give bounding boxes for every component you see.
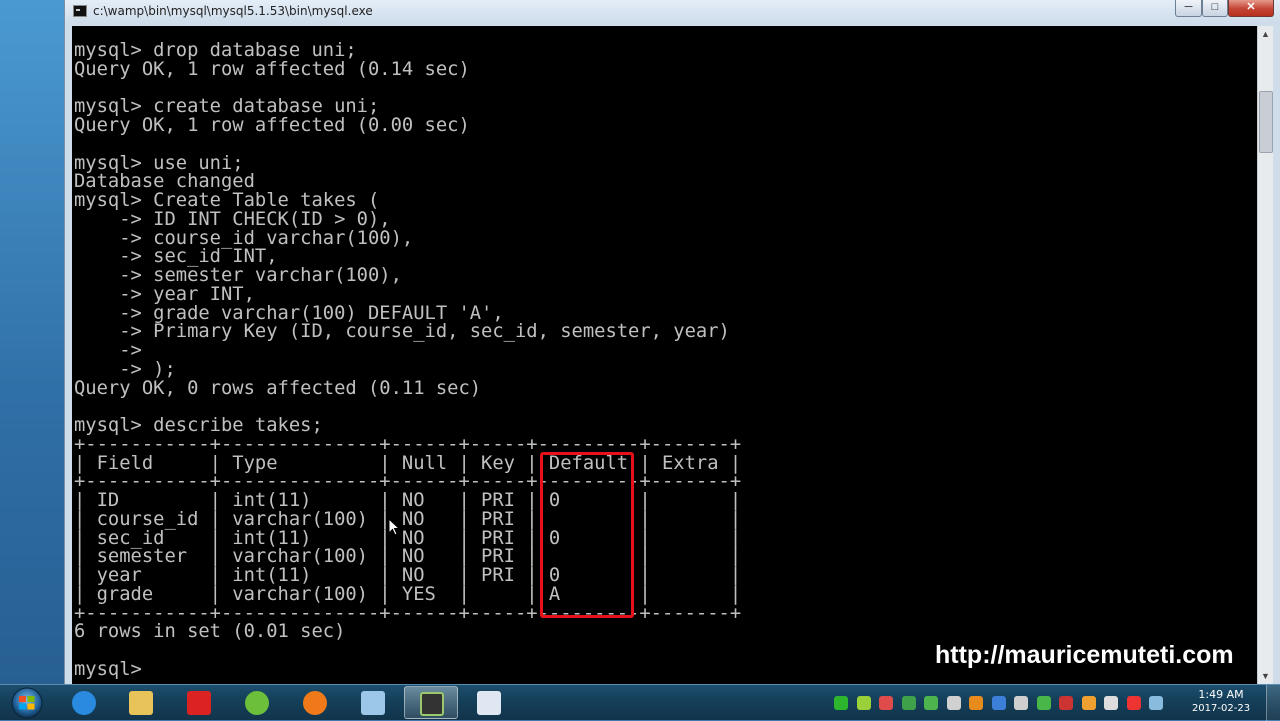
taskbar-app-button[interactable] (288, 686, 342, 719)
taskbar: 1:49 AM 2017-02-23 (0, 684, 1280, 721)
minimize-button[interactable]: ─ (1175, 0, 1202, 17)
scroll-up-arrow-icon[interactable]: ▲ (1258, 26, 1273, 42)
scroll-thumb[interactable] (1259, 91, 1273, 153)
vertical-scrollbar[interactable]: ▲ ▼ (1257, 26, 1273, 684)
tray-icon[interactable] (1059, 696, 1073, 710)
tray-icon[interactable] (946, 696, 961, 710)
notepad-icon (361, 691, 385, 715)
taskbar-app-button[interactable] (114, 686, 168, 719)
mysql-console-icon (420, 692, 444, 716)
tray-icon[interactable] (834, 696, 848, 710)
console-app-icon (73, 5, 87, 17)
console-line: Query OK, 1 row affected (0.00 sec) (74, 115, 470, 136)
system-tray (826, 689, 1186, 717)
show-desktop-button[interactable] (1266, 685, 1280, 721)
app-red-icon (187, 691, 211, 715)
close-button[interactable]: ✕ (1228, 0, 1274, 17)
tray-icon[interactable] (1126, 696, 1141, 710)
console-line: Query OK, 0 rows affected (0.11 sec) (74, 377, 482, 399)
tray-icon[interactable] (1036, 696, 1051, 710)
taskbar-app-button[interactable] (346, 686, 400, 719)
maximize-button[interactable]: □ (1202, 0, 1228, 17)
window-title: c:\wamp\bin\mysql\mysql5.1.53\bin\mysql.… (93, 4, 373, 18)
utorrent-icon (245, 691, 269, 715)
mouse-cursor-icon (388, 518, 400, 536)
tray-icon[interactable] (1149, 696, 1163, 710)
tray-icon[interactable] (1014, 696, 1028, 710)
taskbar-app-button[interactable] (57, 686, 111, 719)
console-line: Query OK, 1 row affected (0.14 sec) (74, 58, 470, 80)
tray-icon[interactable] (879, 696, 893, 710)
taskbar-clock[interactable]: 1:49 AM 2017-02-23 (1186, 688, 1256, 716)
watermark-url: http://mauricemuteti.com (935, 641, 1234, 669)
internet-explorer-icon (72, 691, 96, 715)
clock-date: 2017-02-23 (1191, 703, 1251, 714)
tray-icon[interactable] (991, 696, 1006, 710)
taskbar-app-button[interactable] (462, 686, 516, 719)
clock-time: 1:49 AM (1198, 688, 1244, 701)
taskbar-app-button[interactable] (172, 686, 226, 719)
scroll-down-arrow-icon[interactable]: ▼ (1258, 668, 1273, 684)
tray-icon[interactable] (901, 696, 916, 710)
console-line: 6 rows in set (0.01 sec) (74, 621, 346, 643)
console-output-area[interactable]: mysql> drop database uni; Query OK, 1 ro… (72, 26, 1257, 684)
console-line: mysql> (74, 658, 142, 680)
console-text: mysql> drop database uni; Query OK, 1 ro… (72, 26, 1257, 680)
tray-icon[interactable] (1081, 696, 1096, 710)
tray-icon[interactable] (856, 696, 871, 710)
taskbar-app-button[interactable] (230, 686, 284, 719)
start-button[interactable] (2, 686, 52, 720)
window-app-icon (477, 691, 501, 715)
tray-icon[interactable] (969, 696, 983, 710)
firefox-icon (303, 691, 327, 715)
console-window: c:\wamp\bin\mysql\mysql5.1.53\bin\mysql.… (64, 0, 1280, 684)
tray-icon[interactable] (1104, 696, 1118, 710)
folder-icon (129, 691, 153, 715)
window-titlebar[interactable]: c:\wamp\bin\mysql\mysql5.1.53\bin\mysql.… (65, 0, 1280, 24)
console-line: -> Primary Key (ID, course_id, sec_id, s… (74, 321, 730, 343)
taskbar-app-button[interactable] (404, 686, 458, 719)
tray-icon[interactable] (924, 696, 938, 710)
